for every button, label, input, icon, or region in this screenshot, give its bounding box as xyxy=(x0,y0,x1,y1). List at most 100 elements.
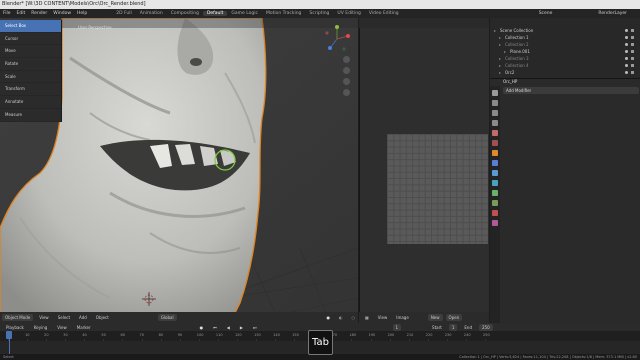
viewlayer-selector[interactable]: RenderLayer xyxy=(595,11,630,16)
add-modifier-button[interactable]: Add Modifier xyxy=(503,87,639,94)
material-tab-icon[interactable] xyxy=(492,210,498,216)
play-icon[interactable]: ▶ xyxy=(237,324,246,331)
workspace-tab-motion-tracking[interactable]: Motion Tracking xyxy=(262,11,305,16)
disclosure-triangle-icon[interactable]: ▸ xyxy=(499,69,501,76)
current-frame-field[interactable]: 1 xyxy=(392,323,402,331)
pan-hand-icon[interactable] xyxy=(343,67,350,74)
image-editor-type-icon[interactable]: ▦ xyxy=(362,314,372,321)
render-camera-icon[interactable] xyxy=(631,64,634,67)
disclosure-triangle-icon[interactable]: ▸ xyxy=(499,62,501,69)
modifier-tab-icon[interactable] xyxy=(492,160,498,166)
menu-render[interactable]: Render xyxy=(28,11,50,16)
tool-cursor[interactable]: Cursor xyxy=(0,33,61,46)
menu-window[interactable]: Window xyxy=(50,11,74,16)
workspace-tab-game-logic[interactable]: Game Logic xyxy=(227,11,262,16)
render-camera-icon[interactable] xyxy=(631,29,634,32)
visibility-eye-icon[interactable] xyxy=(625,36,628,39)
outliner-row[interactable]: ▸ Scene Collection xyxy=(490,27,640,34)
tool-select-box[interactable]: Select Box xyxy=(0,20,61,33)
menu-help[interactable]: Help xyxy=(74,11,90,16)
tool-annotate[interactable]: Annotate xyxy=(0,96,61,109)
visibility-eye-icon[interactable] xyxy=(625,43,628,46)
texture-tab-icon[interactable] xyxy=(492,220,498,226)
shading-solid-icon[interactable]: ● xyxy=(324,314,334,321)
timeline-menu-view[interactable]: View xyxy=(54,324,70,331)
navigation-gizmo[interactable] xyxy=(322,24,352,54)
image-new-button[interactable]: New xyxy=(427,314,443,321)
jump-start-icon[interactable]: ⏮ xyxy=(210,324,220,331)
outliner-row[interactable]: ▸ Collection 4 xyxy=(490,62,640,69)
workspace-tab-2d-full[interactable]: 2D Full xyxy=(112,11,135,16)
world-tab-icon[interactable] xyxy=(492,140,498,146)
scene-tab-icon[interactable] xyxy=(492,130,498,136)
timeline-menu-marker[interactable]: Marker xyxy=(74,324,94,331)
grid-icon[interactable] xyxy=(343,89,350,96)
outliner-row[interactable]: ▸ Plane.001 xyxy=(490,48,640,55)
start-frame-field[interactable]: 1 xyxy=(448,323,458,331)
object-tab-icon[interactable] xyxy=(492,150,498,156)
disclosure-triangle-icon[interactable]: ▸ xyxy=(494,27,496,34)
visibility-eye-icon[interactable] xyxy=(625,57,628,60)
workspace-tab-compositing[interactable]: Compositing xyxy=(167,11,203,16)
tool-transform[interactable]: Transform xyxy=(0,83,61,97)
view-layer-tab-icon[interactable] xyxy=(492,120,498,126)
zoom-icon[interactable] xyxy=(343,56,350,63)
render-camera-icon[interactable] xyxy=(631,36,634,39)
tool-move[interactable]: Move xyxy=(0,45,61,59)
disclosure-triangle-icon[interactable]: ▸ xyxy=(504,48,506,55)
visibility-eye-icon[interactable] xyxy=(625,50,628,53)
shading-material-icon[interactable]: ◐ xyxy=(336,314,346,321)
data-tab-icon[interactable] xyxy=(492,200,498,206)
properties-editor[interactable] xyxy=(490,78,640,323)
workspace-tab-default[interactable]: Default xyxy=(202,11,228,16)
outliner-row[interactable]: ▸ Collection 3 xyxy=(490,55,640,62)
workspace-tab-animation[interactable]: Animation xyxy=(136,11,167,16)
constraints-tab-icon[interactable] xyxy=(492,190,498,196)
menu-view[interactable]: View xyxy=(36,314,52,321)
end-frame-field[interactable]: 250 xyxy=(478,323,493,331)
visibility-eye-icon[interactable] xyxy=(625,29,628,32)
outliner-row[interactable]: ▸ Collection 2 xyxy=(490,41,640,48)
render-camera-icon[interactable] xyxy=(631,57,634,60)
workspace-tab-uv-editing[interactable]: UV Editing xyxy=(333,11,364,16)
menu-select[interactable]: Select xyxy=(55,314,73,321)
scene-selector[interactable]: Scene xyxy=(536,11,556,16)
output-tab-icon[interactable] xyxy=(492,110,498,116)
image-open-button[interactable]: Open xyxy=(445,314,463,321)
image-grid-canvas[interactable] xyxy=(387,134,488,244)
camera-icon[interactable] xyxy=(343,78,350,85)
outliner-row[interactable]: ▸ Collection 1 xyxy=(490,34,640,41)
render-camera-icon[interactable] xyxy=(631,50,634,53)
timeline-menu-keying[interactable]: Keying xyxy=(31,324,50,331)
orientation-selector[interactable]: Global xyxy=(157,314,177,321)
workspace-tab-scripting[interactable]: Scripting xyxy=(305,11,333,16)
image-menu-view[interactable]: View xyxy=(375,314,391,321)
tool-measure[interactable]: Measure xyxy=(0,109,61,122)
physics-tab-icon[interactable] xyxy=(492,180,498,186)
shading-rendered-icon[interactable]: ○ xyxy=(349,314,359,321)
disclosure-triangle-icon[interactable]: ▸ xyxy=(499,55,501,62)
play-reverse-icon[interactable]: ◀ xyxy=(224,324,233,331)
image-menu-image[interactable]: Image xyxy=(393,314,412,321)
menu-add[interactable]: Add xyxy=(76,314,90,321)
playhead-frame-indicator[interactable] xyxy=(6,331,12,339)
jump-end-icon[interactable]: ⏭ xyxy=(250,324,260,331)
record-icon[interactable]: ● xyxy=(197,324,207,331)
disclosure-triangle-icon[interactable]: ▸ xyxy=(499,41,501,48)
timeline-menu-playback[interactable]: Playback xyxy=(3,324,27,331)
menu-object[interactable]: Object xyxy=(93,314,112,321)
render-tab-icon[interactable] xyxy=(492,100,498,106)
menu-file[interactable]: File xyxy=(0,11,14,16)
menu-edit[interactable]: Edit xyxy=(14,11,29,16)
visibility-eye-icon[interactable] xyxy=(625,71,628,74)
particles-tab-icon[interactable] xyxy=(492,170,498,176)
workspace-tab-video-editing[interactable]: Video Editing xyxy=(365,11,403,16)
tool-tab-icon[interactable] xyxy=(492,90,498,96)
mode-selector[interactable]: Object Mode xyxy=(2,314,34,321)
outliner-row[interactable]: ▸ Orc2 xyxy=(490,69,640,76)
tool-scale[interactable]: Scale xyxy=(0,71,61,84)
visibility-eye-icon[interactable] xyxy=(625,64,628,67)
render-camera-icon[interactable] xyxy=(631,71,634,74)
tool-rotate[interactable]: Rotate xyxy=(0,58,61,71)
render-camera-icon[interactable] xyxy=(631,43,634,46)
